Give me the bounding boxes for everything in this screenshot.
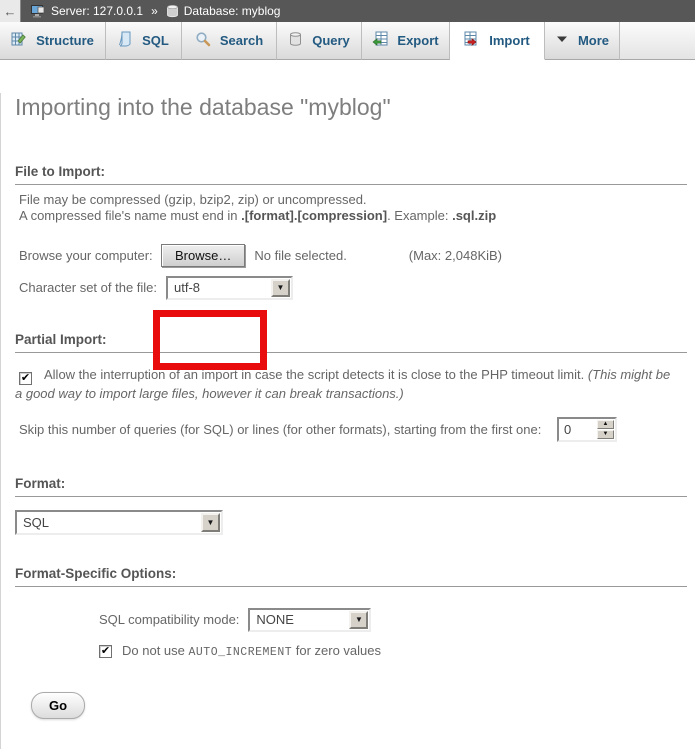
skip-queries-row: Skip this number of queries (for SQL) or… (1, 416, 695, 442)
tab-label: Import (489, 33, 529, 48)
breadcrumb-separator: » (151, 4, 158, 18)
auto-increment-checkbox[interactable]: ✔ (99, 645, 112, 658)
tab-label: SQL (142, 33, 169, 48)
dropdown-arrow-icon[interactable]: ▼ (201, 513, 220, 532)
export-icon (372, 31, 388, 50)
max-size-note: (Max: 2,048KiB) (409, 248, 502, 263)
file-import-help-text: File may be compressed (gzip, bzip2, zip… (19, 192, 681, 224)
spinner-buttons: ▲ ▼ (597, 420, 614, 439)
section-heading-file-to-import: File to Import: (15, 164, 687, 185)
back-button[interactable]: ← (0, 0, 21, 22)
browse-button[interactable]: Browse… (161, 244, 245, 267)
section-heading-format: Format: (15, 476, 687, 497)
tab-search[interactable]: Search (182, 22, 277, 60)
import-icon (464, 31, 480, 50)
tab-more[interactable]: More (545, 22, 620, 60)
database-icon (166, 4, 179, 18)
charset-select[interactable]: utf-8 ▼ (166, 276, 293, 300)
back-arrow-icon: ← (4, 4, 17, 19)
section-heading-partial-import: Partial Import: (15, 332, 687, 353)
page-title: Importing into the database "myblog" (15, 93, 695, 121)
query-icon (288, 31, 303, 50)
allow-interrupt-option: ✔ Allow the interruption of an import in … (15, 366, 681, 403)
dropdown-arrow-icon[interactable]: ▼ (271, 279, 290, 297)
sql-compat-row: SQL compatibility mode: NONE ▼ (1, 607, 695, 632)
tab-label: More (578, 33, 609, 48)
auto-increment-text: Do not use AUTO_INCREMENT for zero value… (122, 643, 381, 659)
tab-sql[interactable]: SQL (106, 22, 182, 60)
tab-query[interactable]: Query (277, 22, 362, 60)
format-selected-value: SQL (17, 512, 200, 533)
spinner-up-icon[interactable]: ▲ (597, 420, 614, 429)
skip-queries-label: Skip this number of queries (for SQL) or… (19, 422, 541, 437)
format-row: SQL ▼ (15, 510, 695, 535)
charset-label: Character set of the file: (19, 280, 166, 295)
tab-bar: Structure SQL Search Query (0, 22, 695, 60)
no-file-selected-text: No file selected. (254, 248, 347, 263)
dropdown-arrow-icon[interactable]: ▼ (349, 611, 368, 629)
format-select[interactable]: SQL ▼ (15, 510, 223, 535)
help-line2-example: .sql.zip (452, 208, 496, 223)
auto-increment-option: ✔ Do not use AUTO_INCREMENT for zero val… (1, 643, 695, 659)
allow-interrupt-checkbox[interactable]: ✔ (19, 372, 32, 385)
file-upload-row: Browse your computer: Browse… No file se… (1, 242, 695, 268)
sql-compat-label: SQL compatibility mode: (99, 612, 239, 627)
breadcrumb-bar: ← Server: 127.0.0.1 » Database: myblog (0, 0, 695, 22)
tab-structure[interactable]: Structure (0, 22, 106, 60)
tab-bar-filler (620, 22, 695, 60)
sql-compat-selected-value: NONE (250, 610, 348, 630)
skip-queries-input[interactable]: 0 ▲ ▼ (557, 417, 617, 442)
server-icon (30, 4, 46, 18)
tab-import[interactable]: Import (450, 22, 545, 60)
browse-label: Browse your computer: (19, 248, 161, 263)
tab-export[interactable]: Export (362, 22, 450, 60)
help-line2-pattern: .[format].[compression] (241, 208, 387, 223)
section-heading-format-specific: Format-Specific Options: (15, 566, 687, 587)
help-line1: File may be compressed (gzip, bzip2, zip… (19, 192, 367, 207)
breadcrumb: Server: 127.0.0.1 » Database: myblog (30, 4, 280, 18)
tab-label: Query (312, 33, 350, 48)
skip-queries-value: 0 (559, 419, 596, 440)
spinner-down-icon[interactable]: ▼ (597, 430, 614, 439)
help-line2-prefix: A compressed file's name must end in (19, 208, 241, 223)
search-icon (195, 31, 211, 50)
breadcrumb-server[interactable]: Server: 127.0.0.1 (51, 4, 143, 18)
help-line2-mid: . Example: (387, 208, 452, 223)
charset-row: Character set of the file: utf-8 ▼ (1, 275, 695, 300)
main-content: Importing into the database "myblog" Fil… (0, 93, 695, 749)
structure-icon (11, 31, 27, 50)
charset-selected-value: utf-8 (168, 278, 270, 298)
go-button[interactable]: Go (31, 692, 85, 719)
allow-interrupt-text: Allow the interruption of an import in c… (44, 367, 588, 382)
breadcrumb-database[interactable]: Database: myblog (184, 4, 281, 18)
chevron-down-icon (555, 32, 569, 49)
tab-label: Search (220, 33, 263, 48)
sql-compat-select[interactable]: NONE ▼ (248, 608, 371, 632)
tab-label: Structure (36, 33, 94, 48)
sql-icon (118, 31, 133, 50)
auto-increment-code: AUTO_INCREMENT (189, 646, 293, 659)
tab-label: Export (397, 33, 438, 48)
